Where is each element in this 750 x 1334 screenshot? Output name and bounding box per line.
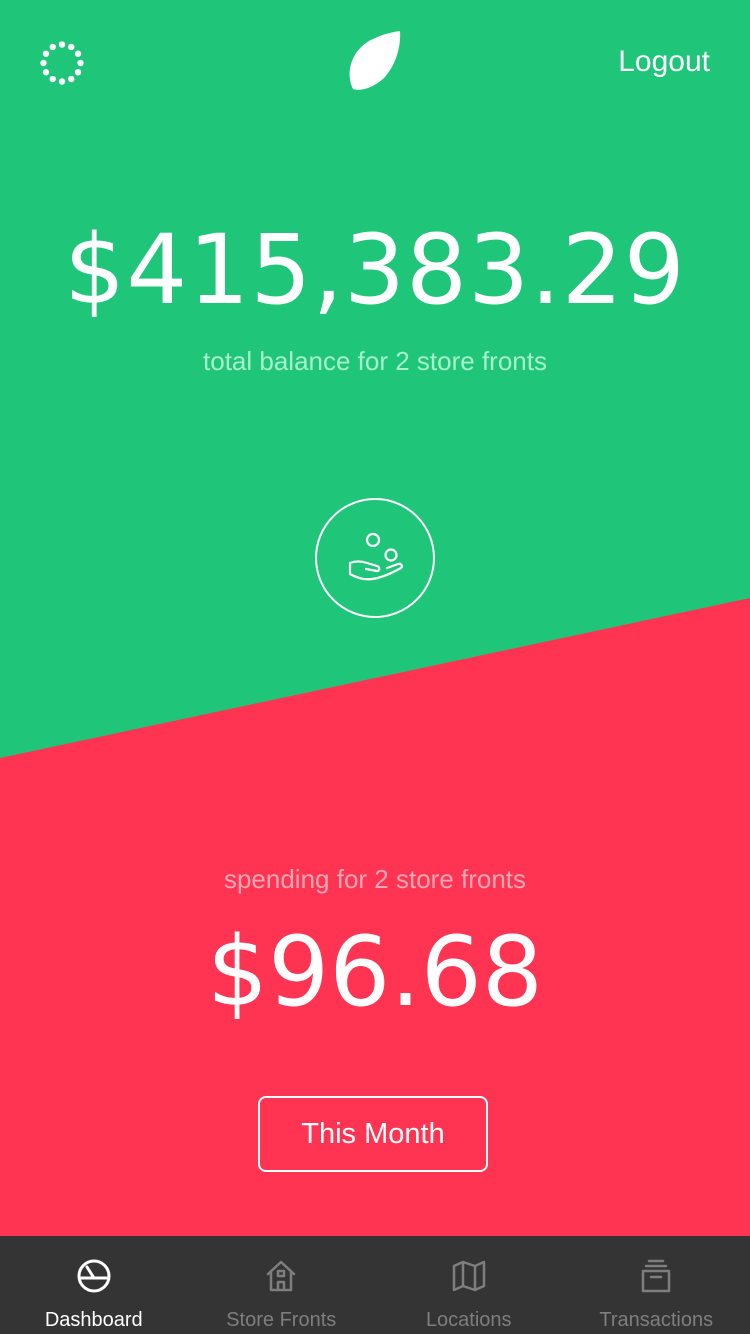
add-funds-button[interactable] [315,498,435,618]
total-balance-caption: total balance for 2 store fronts [203,346,547,376]
hand-coins-icon [348,532,403,581]
tab-dashboard[interactable]: Dashboard [0,1236,188,1334]
store-icon [267,1260,296,1292]
archive-box-icon [642,1259,671,1293]
total-balance-amount: $415,383.29 [64,214,686,326]
spending-amount: $96.68 [207,916,543,1028]
dashboard-gauge-icon [77,1259,111,1293]
logout-button[interactable]: Logout [618,40,710,84]
tab-label: Dashboard [44,1309,143,1331]
spinner-icon[interactable] [40,41,84,85]
period-selector-button[interactable]: This Month [258,1096,488,1172]
tab-transactions[interactable]: Transactions [563,1236,750,1334]
top-bar: Logout [0,0,750,120]
tab-label: Transactions [599,1309,714,1331]
leaf-icon [347,29,403,93]
tab-label: Locations [425,1309,512,1331]
spending-caption: spending for 2 store fronts [223,864,527,894]
tab-locations[interactable]: Locations [375,1236,563,1334]
tab-label: Store Fronts [226,1309,337,1331]
tab-bar: Dashboard Store Fronts Locations Transac… [0,1236,750,1334]
map-icon [452,1260,485,1292]
tab-store-fronts[interactable]: Store Fronts [188,1236,376,1334]
